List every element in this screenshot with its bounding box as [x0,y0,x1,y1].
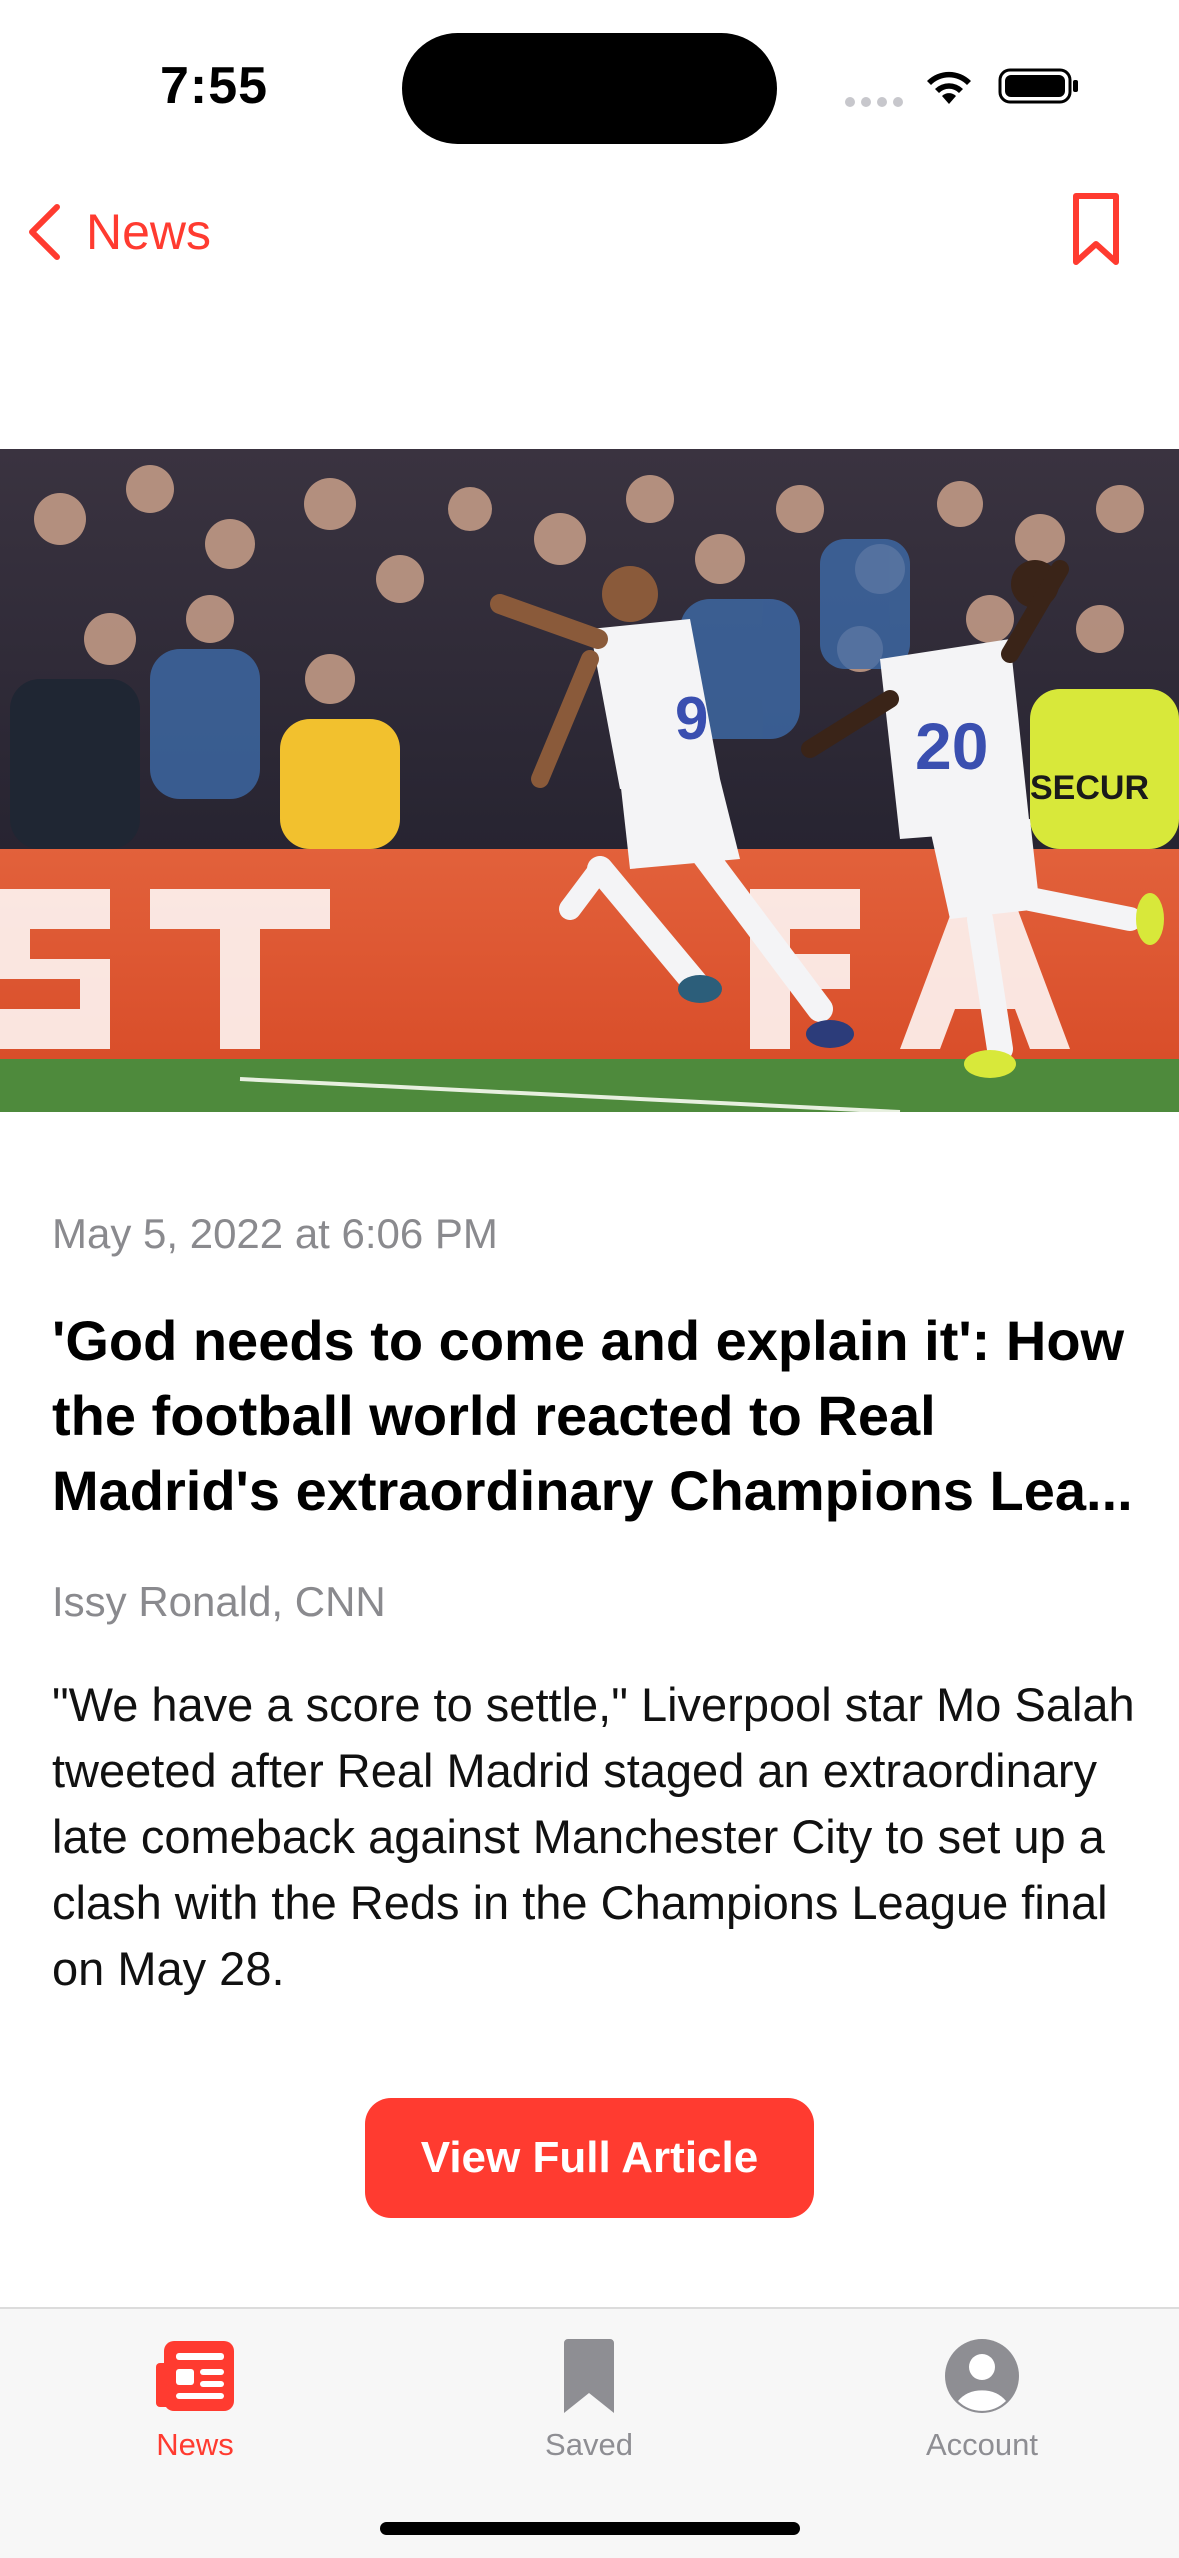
newspaper-icon [156,2341,234,2411]
back-button-label: News [86,204,212,260]
security-vest-text: SECUR [1030,769,1149,807]
wifi-icon [927,71,971,104]
tab-account-label: Account [925,2427,1038,2462]
tab-saved-label: Saved [545,2427,633,2462]
article-summary: "We have a score to settle," Liverpool s… [52,1678,1135,1995]
person-circle-icon [945,2339,1019,2413]
article-image: SECUR 9 20 [0,449,1179,1112]
tab-news-label: News [156,2427,234,2462]
article-source: Issy Ronald, CNN [52,1578,386,1625]
tab-account[interactable]: Account [862,2327,1102,2477]
tab-news[interactable]: News [75,2327,315,2477]
jersey-number: 9 [675,685,708,752]
article-date: May 5, 2022 at 6:06 PM [52,1210,498,1257]
article-title: 'God needs to come and explain it': How … [52,1309,1133,1522]
navigation-bar: News [0,180,1179,280]
tab-saved[interactable]: Saved [469,2327,709,2477]
status-bar: 7:55 [0,0,1179,170]
tab-bar: News Saved Account [0,2307,1179,2558]
dynamic-island [402,33,777,144]
back-button[interactable]: News [26,192,211,272]
cellular-signal-icon [845,94,909,112]
view-full-article-button[interactable]: View Full Article [365,2098,814,2218]
status-time: 7:55 [160,57,269,115]
home-indicator [380,2522,800,2535]
battery-icon [998,68,1078,104]
bookmark-icon [564,2339,614,2413]
chevron-left-icon [29,204,60,260]
jersey-number: 20 [915,709,988,783]
bookmark-button[interactable] [1068,190,1124,270]
